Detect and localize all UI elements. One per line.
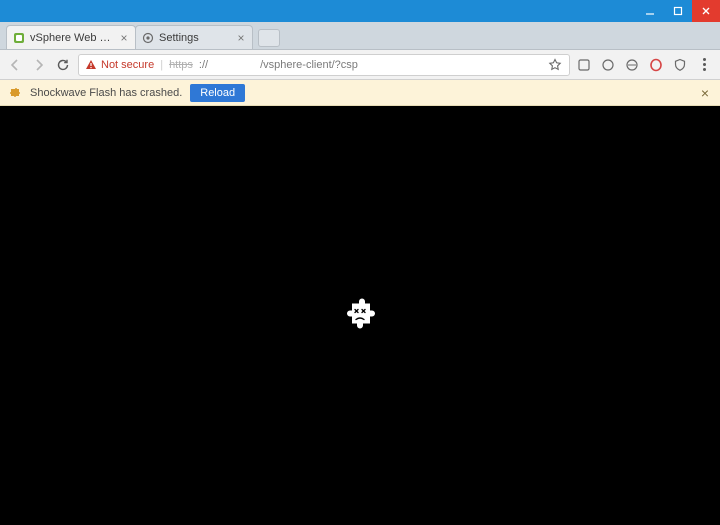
shield-extension-icon[interactable] [672, 57, 688, 73]
plugin-puzzle-icon [8, 86, 22, 100]
url-path: /vsphere-client/?csp [260, 59, 358, 71]
security-label: Not secure [101, 59, 154, 71]
os-titlebar [0, 0, 720, 22]
opera-extension-icon[interactable] [648, 57, 664, 73]
bookmark-star-icon[interactable] [547, 57, 563, 73]
gear-icon [142, 32, 154, 44]
back-button[interactable] [6, 56, 24, 74]
url-divider: | [160, 59, 163, 71]
infobar-message: Shockwave Flash has crashed. [30, 87, 182, 99]
crashed-plugin-icon [342, 295, 378, 336]
browser-window: vSphere Web Client × Settings × Not secu… [0, 0, 720, 525]
extension-icon[interactable] [600, 57, 616, 73]
tab-settings[interactable]: Settings × [135, 25, 253, 49]
url-sep: :// [199, 59, 208, 71]
security-indicator[interactable]: Not secure [85, 59, 154, 71]
vsphere-favicon-icon [13, 32, 25, 44]
tab-label: Settings [159, 32, 231, 44]
forward-button[interactable] [30, 56, 48, 74]
window-close-button[interactable] [692, 0, 720, 22]
reload-button[interactable] [54, 56, 72, 74]
tab-close-button[interactable]: × [236, 33, 246, 43]
browser-toolbar: Not secure | https :// /vsphere-client/?c… [0, 50, 720, 80]
address-bar[interactable]: Not secure | https :// /vsphere-client/?c… [78, 54, 570, 76]
window-maximize-button[interactable] [664, 0, 692, 22]
tab-close-button[interactable]: × [119, 33, 129, 43]
browser-menu-button[interactable] [696, 57, 712, 73]
extensions-area [576, 57, 714, 73]
window-minimize-button[interactable] [636, 0, 664, 22]
url-protocol: https [169, 59, 193, 71]
crash-infobar: Shockwave Flash has crashed. Reload × [0, 80, 720, 106]
warning-triangle-icon [85, 59, 97, 71]
page-content [0, 106, 720, 525]
tab-vsphere[interactable]: vSphere Web Client × [6, 25, 136, 49]
tab-strip: vSphere Web Client × Settings × [0, 22, 720, 50]
infobar-close-button[interactable]: × [698, 85, 712, 101]
tab-label: vSphere Web Client [30, 32, 114, 44]
infobar-reload-button[interactable]: Reload [190, 84, 245, 102]
new-tab-button[interactable] [258, 29, 280, 47]
extension-icon[interactable] [624, 57, 640, 73]
extension-icon[interactable] [576, 57, 592, 73]
